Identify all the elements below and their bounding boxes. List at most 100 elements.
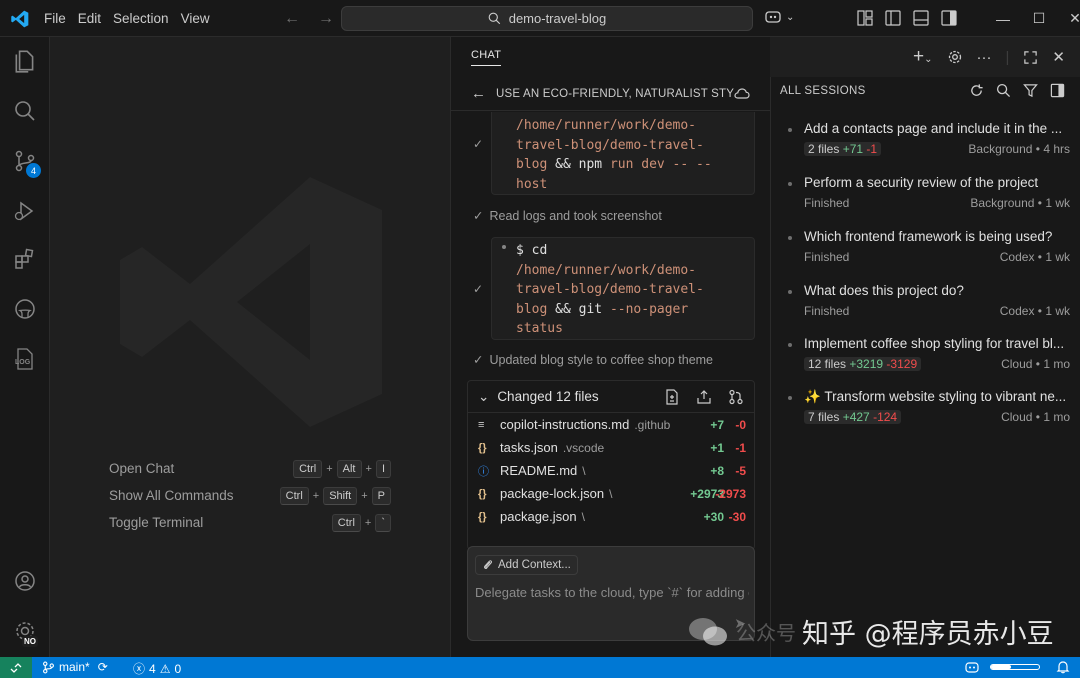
search-icon[interactable] <box>996 83 1011 98</box>
copilot-menu[interactable]: ⌄ <box>764 9 794 25</box>
sync-icon[interactable]: ⟳ <box>98 660 108 674</box>
bullet-dot <box>788 396 792 400</box>
problems-indicator[interactable]: ⓧ 4 ⚠ 0 <box>133 660 181 677</box>
filter-icon[interactable] <box>1023 83 1038 98</box>
forward-arrow-icon[interactable]: → <box>318 10 334 28</box>
changed-file-row[interactable]: {} tasks.json .vscode +1 -1 <box>468 436 754 459</box>
session-title-text: Transform website styling to vibrant ne.… <box>824 389 1067 404</box>
session-item[interactable]: Which frontend framework is being used? … <box>788 229 1070 269</box>
view-diff-icon[interactable] <box>664 389 680 405</box>
branch-indicator[interactable]: main* ⟳ <box>42 660 108 674</box>
session-item[interactable]: What does this project do? Finished Code… <box>788 283 1070 323</box>
json-file-icon: {} <box>478 487 487 500</box>
maximize-icon[interactable]: ☐ <box>1021 10 1057 27</box>
lines-deleted: -30 <box>728 509 746 524</box>
sparkle-icon: ✨ <box>804 389 821 404</box>
notifications-bell-icon[interactable] <box>1056 660 1070 674</box>
file-dir: \ <box>609 486 613 501</box>
lines-added: +7 <box>710 417 724 432</box>
maximize-panel-icon[interactable] <box>1023 50 1038 65</box>
menu-edit[interactable]: Edit <box>72 11 107 26</box>
session-item[interactable]: Perform a security review of the project… <box>788 175 1070 215</box>
toggle-panel-icon[interactable] <box>912 9 930 27</box>
accounts-icon[interactable] <box>11 567 39 595</box>
back-arrow-icon[interactable]: ← <box>471 85 486 102</box>
editor-area: Open Chat Ctrl + Alt + I Show All Commands… <box>50 37 450 657</box>
changed-file-row[interactable]: ≡ copilot-instructions.md .github +7 -0 <box>468 413 754 436</box>
more-actions-icon[interactable]: ··· <box>977 49 992 66</box>
bullet-dot <box>788 128 792 132</box>
apply-changes-icon[interactable] <box>696 389 712 405</box>
lines-deleted: -0 <box>735 417 746 432</box>
minimize-icon[interactable]: — <box>985 11 1021 27</box>
menu-file[interactable]: File <box>38 11 72 26</box>
customize-layout-icon[interactable] <box>856 9 874 27</box>
close-panel-icon[interactable]: ✕ <box>1052 48 1065 66</box>
log-label: LOG <box>15 359 31 366</box>
remote-indicator[interactable] <box>0 657 32 678</box>
close-window-icon[interactable]: ✕ <box>1057 10 1080 27</box>
chat-input-placeholder[interactable]: Delegate tasks to the cloud, type `#` fo… <box>475 585 749 600</box>
copilot-usage-bar <box>990 664 1040 670</box>
files-count: 2 files <box>808 142 840 156</box>
separator: | <box>1005 48 1010 66</box>
run-debug-icon[interactable] <box>11 197 39 225</box>
explorer-icon[interactable] <box>11 47 39 75</box>
info-file-icon: ⓘ <box>478 465 489 478</box>
menu-bar: File Edit Selection View <box>38 0 216 37</box>
step-updated-style: ✓ Updated blog style to coffee shop theme <box>473 352 713 367</box>
manage-badge: NO <box>22 636 38 647</box>
shortcut-label: Toggle Terminal <box>109 515 204 530</box>
session-source-time: Background • 4 hrs <box>968 142 1070 156</box>
new-chat-plus-icon[interactable]: +⌄ <box>913 46 933 68</box>
vscode-watermark-icon <box>120 177 382 427</box>
github-icon[interactable] <box>11 295 39 323</box>
command-text: travel-blog/demo-travel- <box>516 282 704 297</box>
step-text: Read logs and took screenshot <box>489 209 662 223</box>
command-text: /home/runner/work/demo- <box>516 118 697 133</box>
shortcut-label: Open Chat <box>109 461 175 476</box>
extensions-icon[interactable] <box>11 245 39 273</box>
copilot-status[interactable] <box>964 660 1040 674</box>
pull-request-icon[interactable] <box>728 389 744 405</box>
json-file-icon: {} <box>478 441 487 454</box>
bullet-dot <box>788 236 792 240</box>
add-context-button[interactable]: Add Context... <box>475 555 578 575</box>
session-item[interactable]: ✨ Transform website styling to vibrant n… <box>788 389 1070 429</box>
shortcut-open-chat[interactable]: Open Chat Ctrl + Alt + I <box>109 455 391 482</box>
toggle-sessions-sidebar-icon[interactable] <box>1050 83 1065 98</box>
vscode-logo-icon[interactable] <box>10 9 30 29</box>
lines-added: +30 <box>703 509 724 524</box>
command-text: /home/runner/work/demo- <box>516 262 697 278</box>
lines-added: +1 <box>710 440 724 455</box>
markdown-file-icon: ≡ <box>478 418 485 431</box>
menu-view[interactable]: View <box>175 11 216 26</box>
source-control-badge: 4 <box>26 163 41 178</box>
menu-selection[interactable]: Selection <box>107 11 175 26</box>
check-icon: ✓ <box>473 282 484 296</box>
chevron-down-icon: ⌄ <box>478 388 490 404</box>
back-arrow-icon[interactable]: ← <box>284 10 300 28</box>
command-text: npm <box>578 157 603 172</box>
changed-file-row[interactable]: {} package.json \ +30 -30 <box>468 505 754 528</box>
sessions-panel: ALL SESSIONS Add a contacts page and inc… <box>770 77 1080 657</box>
log-icon[interactable]: LOG <box>11 345 39 373</box>
toggle-primary-sidebar-icon[interactable] <box>884 9 902 27</box>
changed-file-row[interactable]: ⓘ README.md \ +8 -5 <box>468 459 754 482</box>
session-item[interactable]: Implement coffee shop styling for travel… <box>788 336 1070 376</box>
toggle-secondary-sidebar-icon[interactable] <box>940 9 958 27</box>
session-item[interactable]: Add a contacts page and include it in th… <box>788 121 1070 161</box>
layout-controls <box>856 9 958 27</box>
search-view-icon[interactable] <box>11 97 39 125</box>
shortcut-toggle-terminal[interactable]: Toggle Terminal Ctrl + ` <box>109 509 391 536</box>
changed-files-header[interactable]: ⌄ Changed 12 files <box>468 381 754 413</box>
changed-file-row[interactable]: {} package-lock.json \ +2973 -2973 <box>468 482 754 505</box>
shortcut-show-all-commands[interactable]: Show All Commands Ctrl + Shift + P <box>109 482 391 509</box>
settings-gear-icon[interactable] <box>947 49 963 65</box>
key: Alt <box>336 459 362 478</box>
chat-tab[interactable]: CHAT <box>471 49 501 61</box>
command-center[interactable]: demo-travel-blog <box>341 6 753 31</box>
keybinding: Ctrl + Shift + P <box>279 486 391 505</box>
lines-deleted: -124 <box>873 410 898 424</box>
refresh-icon[interactable] <box>969 83 984 98</box>
